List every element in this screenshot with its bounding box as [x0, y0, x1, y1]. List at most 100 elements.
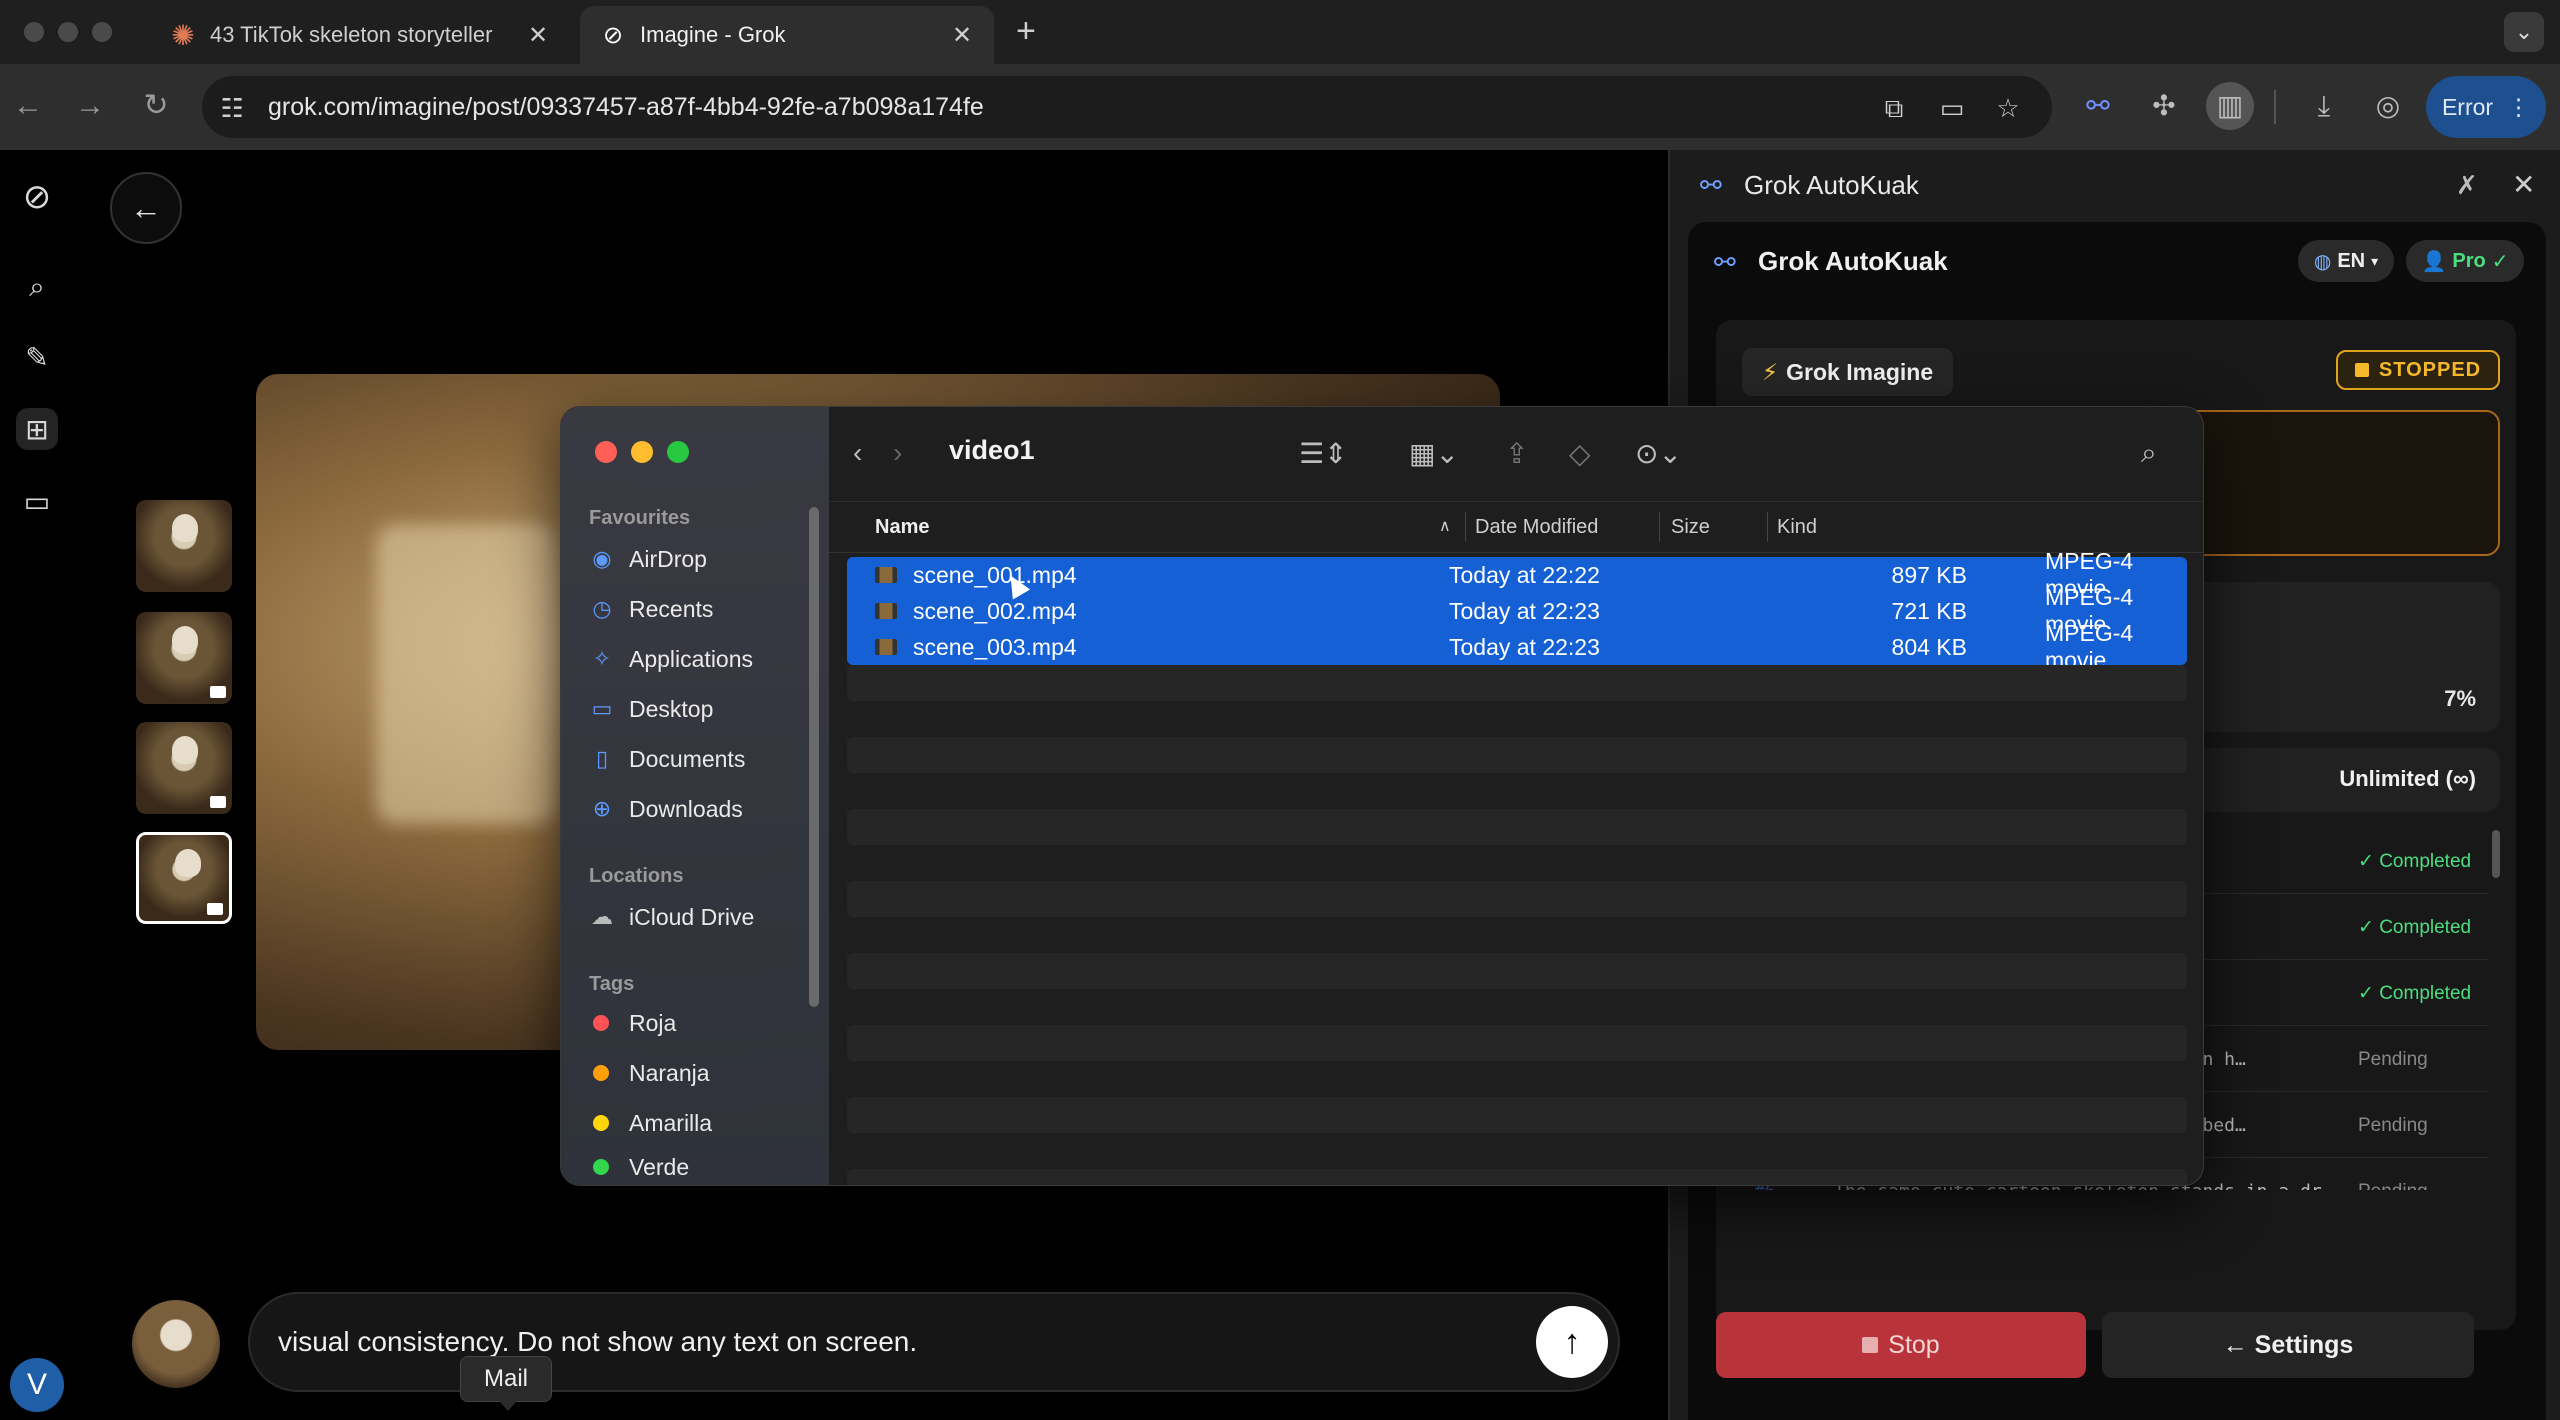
user-icon: 👤 — [2421, 250, 2447, 273]
share-icon[interactable]: ⇪ — [1505, 437, 1528, 470]
finder-minimize-button[interactable] — [631, 441, 653, 463]
thumbnail-3[interactable] — [136, 722, 232, 814]
column-date-modified[interactable]: Date Modified — [1475, 516, 1598, 539]
empty-row — [847, 1169, 2187, 1185]
sidebar-item-airdrop[interactable]: ◉ AirDrop — [589, 539, 819, 579]
error-profile-chip[interactable]: Error ⋮ — [2426, 76, 2546, 138]
more-actions-icon[interactable]: ⊙⌄ — [1635, 437, 1682, 470]
user-avatar[interactable]: V — [10, 1358, 64, 1412]
language-selector[interactable]: ◍ EN ▾ — [2298, 240, 2394, 282]
thumbnail-1[interactable] — [136, 500, 232, 592]
sidebar-item-desktop[interactable]: ▭ Desktop — [589, 689, 819, 729]
chevron-left-icon[interactable]: ‹ — [853, 437, 862, 469]
download-icon[interactable]: ⤓ — [2306, 88, 2342, 124]
chevron-right-icon[interactable]: › — [893, 437, 902, 469]
search-icon[interactable]: ⌕ — [2141, 437, 2157, 470]
column-name[interactable]: Name — [875, 516, 929, 539]
column-divider — [1465, 512, 1466, 542]
status-label: STOPPED — [2378, 358, 2482, 381]
url-text[interactable]: grok.com/imagine/post/09337457-a87f-4bb4… — [268, 93, 984, 122]
file-row[interactable]: scene_002.mp4 Today at 22:23 721 KB MPEG… — [847, 584, 2187, 637]
plan-badge[interactable]: 👤 Pro ✓ — [2406, 240, 2524, 282]
group-icon[interactable]: ▦⌄ — [1409, 437, 1459, 470]
sidebar-tag-amarilla[interactable]: Amarilla — [589, 1103, 819, 1143]
prompt-input[interactable]: visual consistency. Do not show any text… — [248, 1292, 1620, 1392]
sidebar-item-recents[interactable]: ◷ Recents — [589, 589, 819, 629]
window-close-dot[interactable] — [24, 22, 44, 42]
imagine-icon[interactable]: ⊞ — [16, 408, 58, 450]
window-minimize-dot[interactable] — [58, 22, 78, 42]
new-tab-button[interactable]: + — [1016, 12, 1036, 51]
column-size[interactable]: Size — [1671, 516, 1710, 539]
tag-dot-icon — [593, 1015, 609, 1031]
column-divider — [1767, 512, 1768, 542]
tags-heading: Tags — [589, 973, 635, 995]
empty-row — [847, 881, 2187, 917]
empty-row — [847, 1097, 2187, 1133]
tag-icon[interactable]: ◇ — [1569, 437, 1591, 470]
close-icon[interactable]: ✕ — [526, 21, 550, 50]
close-icon[interactable]: ✕ — [950, 21, 974, 50]
sidebar-item-downloads[interactable]: ⊕ Downloads — [589, 789, 819, 829]
tag-dot-icon — [593, 1159, 609, 1175]
side-panel-icon[interactable]: ▥ — [2206, 82, 2254, 130]
globe-icon: ◍ — [2313, 250, 2332, 273]
finder-zoom-button[interactable] — [667, 441, 689, 463]
mode-chip[interactable]: ⚡ Grok Imagine — [1742, 348, 1954, 396]
finder-close-button[interactable] — [595, 441, 617, 463]
file-name: scene_002.mp4 — [913, 597, 1077, 624]
sidebar-item-documents[interactable]: ▯ Documents — [589, 739, 819, 779]
new-chat-icon[interactable]: ✎ — [16, 336, 58, 378]
prompt-text[interactable]: visual consistency. Do not show any text… — [278, 1326, 917, 1358]
thumbnail-4[interactable] — [136, 832, 232, 924]
empty-row — [847, 1025, 2187, 1061]
profile-icon[interactable]: ◎ — [2370, 88, 2406, 124]
desktop-icon: ▭ — [591, 696, 613, 721]
autokuak-extension-icon[interactable]: ⚯ — [2080, 88, 2116, 124]
sidebar-tag-verde[interactable]: Verde — [589, 1147, 819, 1185]
queue-scrollbar[interactable] — [2492, 830, 2500, 878]
forward-arrow-icon[interactable]: → — [70, 86, 110, 126]
column-kind[interactable]: Kind — [1777, 516, 1817, 539]
file-row[interactable]: scene_001.mp4 Today at 22:22 897 KB MPEG… — [847, 548, 2187, 601]
plan-label: Pro — [2452, 249, 2486, 272]
install-app-icon[interactable]: ▭ — [1936, 92, 1968, 124]
back-button[interactable]: ← — [110, 172, 182, 244]
side-panel-header: ⚯ Grok AutoKuak — [1670, 150, 2560, 220]
file-size: 804 KB — [1891, 633, 1967, 660]
unpin-icon[interactable]: ✗ — [2456, 170, 2478, 201]
list-view-icon[interactable]: ☰⇕ — [1299, 437, 1348, 470]
grok-logo-icon[interactable]: ⊘ — [16, 176, 58, 218]
projects-folder-icon[interactable]: ▭ — [16, 480, 58, 522]
bookmark-star-icon[interactable]: ☆ — [1992, 92, 2024, 124]
settings-button[interactable]: ← Settings — [2102, 1312, 2474, 1378]
sidebar-item-icloud[interactable]: ☁ iCloud Drive — [589, 897, 819, 937]
file-date: Today at 22:23 — [1449, 597, 1600, 624]
stop-button[interactable]: Stop — [1716, 1312, 2086, 1378]
prompt-image-avatar[interactable] — [132, 1300, 220, 1388]
sidebar-scrollbar[interactable] — [809, 507, 819, 1007]
thumbnail-2[interactable] — [136, 612, 232, 704]
sort-ascending-icon[interactable]: ∧ — [1439, 516, 1451, 536]
back-arrow-icon[interactable]: ← — [8, 86, 48, 126]
column-divider — [1659, 512, 1660, 542]
sidebar-item-applications[interactable]: ✧ Applications — [589, 639, 819, 679]
translate-icon[interactable]: ⧉ — [1878, 92, 1910, 124]
settings-label: ← Settings — [2222, 1330, 2354, 1359]
extensions-puzzle-icon[interactable]: ✣ — [2146, 88, 2182, 124]
sidebar-tag-roja[interactable]: Roja — [589, 1003, 819, 1043]
tab-imagine-grok[interactable]: ⊘ Imagine - Grok ✕ — [580, 6, 994, 64]
window-zoom-dot[interactable] — [92, 22, 112, 42]
tab-tiktok[interactable]: ✺ 43 TikTok skeleton storyteller ✕ — [150, 6, 570, 64]
reload-icon[interactable]: ↻ — [136, 86, 176, 126]
tab-search-button[interactable]: ⌄ — [2504, 12, 2544, 52]
sidebar-tag-naranja[interactable]: Naranja — [589, 1053, 819, 1093]
browser-tab-bar: ✺ 43 TikTok skeleton storyteller ✕ ⊘ Ima… — [0, 0, 2560, 64]
toolbar-divider — [2274, 90, 2276, 124]
site-settings-icon[interactable]: ☷ — [216, 92, 248, 124]
close-icon[interactable]: ✕ — [2512, 168, 2535, 201]
file-row[interactable]: scene_003.mp4 Today at 22:23 804 KB MPEG… — [847, 620, 2187, 673]
address-bar[interactable]: ☷ grok.com/imagine/post/09337457-a87f-4b… — [202, 76, 2052, 138]
search-icon[interactable]: ⌕ — [16, 266, 58, 308]
send-button[interactable]: ↑ — [1536, 1306, 1608, 1378]
